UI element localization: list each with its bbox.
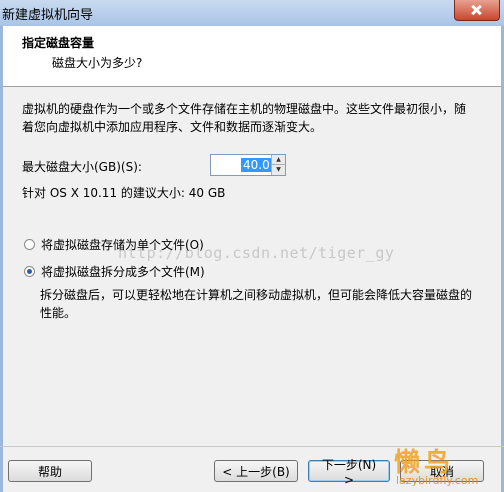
radio-checked-icon[interactable] xyxy=(24,266,35,277)
spin-down-icon[interactable]: ▼ xyxy=(271,165,285,175)
page-title: 指定磁盘容量 xyxy=(22,36,95,50)
page-subtitle: 磁盘大小为多少? xyxy=(52,56,143,70)
spin-up-icon[interactable]: ▲ xyxy=(271,155,285,165)
max-size-label: 最大磁盘大小(GB)(S): xyxy=(22,160,142,174)
site-logo: 懒鸟 lazybirdfly.com xyxy=(394,440,498,490)
window-border-left xyxy=(0,26,3,492)
radio-icon[interactable] xyxy=(24,239,35,250)
max-size-value[interactable]: 40.0 xyxy=(241,158,272,172)
window-title: 新建虚拟机向导 xyxy=(2,8,94,23)
radio-single-file[interactable]: 将虚拟磁盘存储为单个文件(O) xyxy=(24,236,204,253)
close-button[interactable] xyxy=(454,0,500,21)
radio-split-files-label[interactable]: 将虚拟磁盘拆分成多个文件(M) xyxy=(41,263,205,280)
help-button[interactable]: 帮助 xyxy=(8,460,92,482)
radio-single-file-label[interactable]: 将虚拟磁盘存储为单个文件(O) xyxy=(41,236,204,253)
max-size-spinbox[interactable]: 40.0 ▲ ▼ xyxy=(210,154,286,176)
logo-url: lazybirdfly.com xyxy=(396,474,479,487)
back-button[interactable]: < 上一步(B) xyxy=(214,460,298,482)
split-note-text: 拆分磁盘后，可以更轻松地在计算机之间移动虚拟机，但可能会降低大容量磁盘的性能。 xyxy=(40,288,473,320)
recommended-size-text: 针对 OS X 10.11 的建议大小: 40 GB xyxy=(22,186,226,200)
next-button[interactable]: 下一步(N) > xyxy=(308,458,390,487)
title-bar: 新建虚拟机向导 xyxy=(0,0,504,27)
radio-split-files[interactable]: 将虚拟磁盘拆分成多个文件(M) xyxy=(24,263,205,280)
wizard-header: 指定磁盘容量 磁盘大小为多少? xyxy=(0,26,504,87)
description-text: 虚拟机的硬盘作为一个或多个文件存储在主机的物理磁盘中。这些文件最初很小，随着您向… xyxy=(22,102,467,134)
